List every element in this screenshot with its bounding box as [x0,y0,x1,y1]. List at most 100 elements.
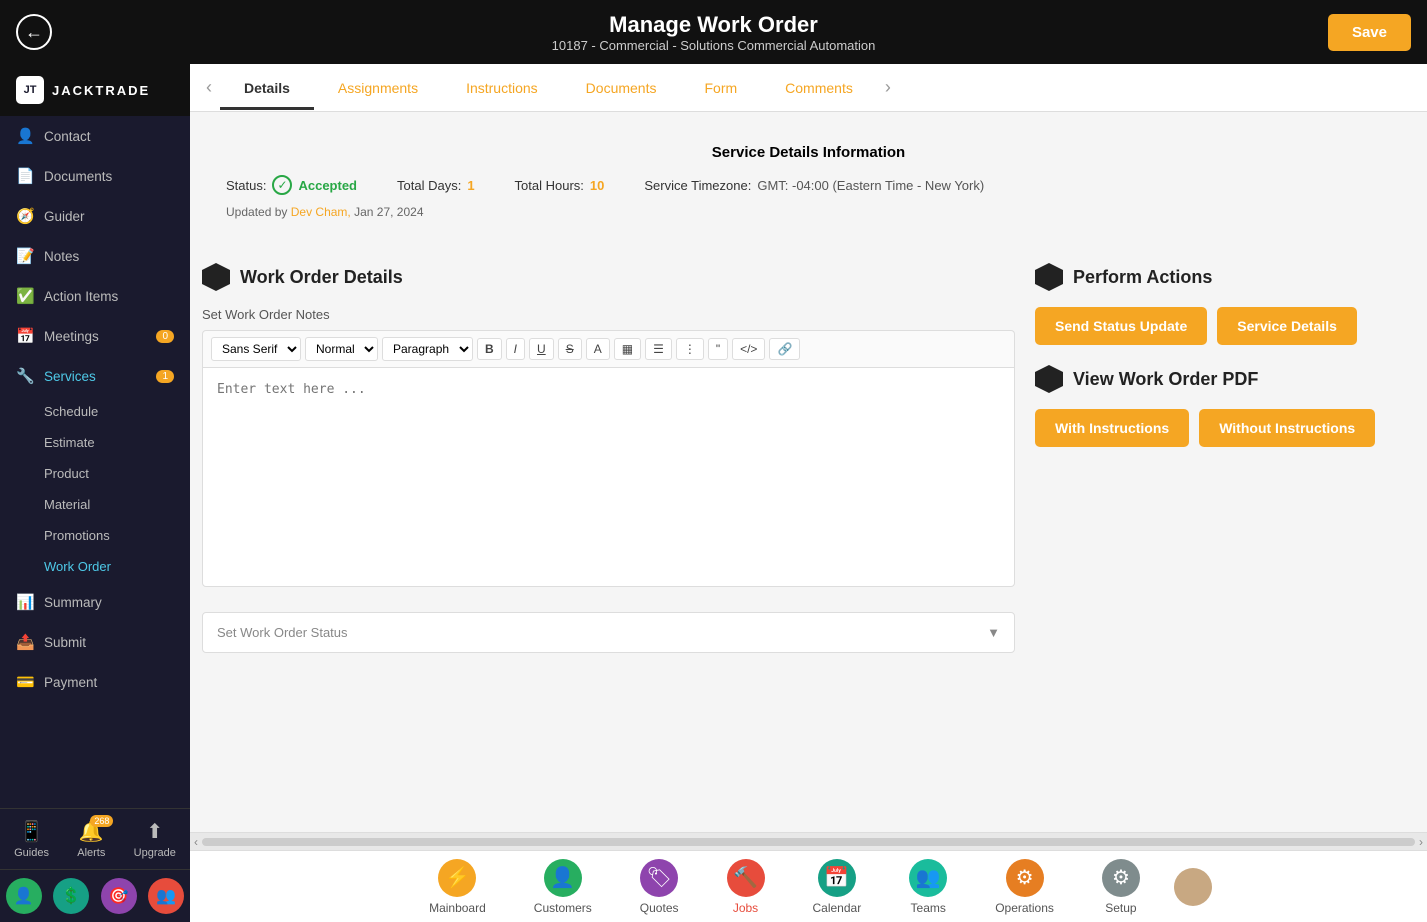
scroll-right-arrow[interactable]: › [1419,835,1423,849]
view-pdf-hex-icon [1035,365,1063,393]
bottom-icon-user[interactable]: 👤 [6,878,42,914]
team-circle-icon: 👥 [156,886,176,906]
sidebar-item-services[interactable]: 🔧 Services 1 [0,356,190,396]
font-select[interactable]: Sans Serif [211,337,301,361]
timezone-field: Service Timezone: GMT: -04:00 (Eastern T… [644,178,984,193]
contact-icon: 👤 [16,127,34,145]
top-header: ← Manage Work Order 10187 - Commercial -… [0,0,1427,64]
send-status-update-button[interactable]: Send Status Update [1035,307,1207,345]
scroll-left-arrow[interactable]: ‹ [194,835,198,849]
service-details-button[interactable]: Service Details [1217,307,1357,345]
summary-icon: 📊 [16,593,34,611]
nav-setup[interactable]: ⚙ Setup [1078,855,1164,919]
col-right: Perform Actions Send Status Update Servi… [1035,263,1415,653]
sidebar-sub-material[interactable]: Material [0,489,190,520]
alerts-label: Alerts [77,847,105,859]
calendar-label: Calendar [813,901,862,915]
strikethrough-button[interactable]: S [558,338,582,360]
sidebar-item-documents[interactable]: 📄 Documents [0,156,190,196]
quote-button[interactable]: " [708,338,728,360]
save-button[interactable]: Save [1328,14,1411,51]
perform-actions-title: Perform Actions [1073,267,1212,288]
bottom-scroll-area[interactable]: ‹ › [190,832,1427,850]
horizontal-scrollbar[interactable] [202,838,1415,846]
nav-mainboard[interactable]: ⚡ Mainboard [405,855,510,919]
work-order-hex-icon [202,263,230,291]
perform-action-buttons: Send Status Update Service Details [1035,307,1415,345]
bold-button[interactable]: B [477,338,502,360]
updated-by: Updated by Dev Cham, Jan 27, 2024 [226,205,1391,219]
sidebar-item-payment[interactable]: 💳 Payment [0,662,190,702]
list-button[interactable]: ☰ [645,338,672,360]
nav-operations[interactable]: ⚙ Operations [971,855,1078,919]
more-options-button[interactable]: ⋮ [676,338,704,360]
customers-icon: 👤 [544,859,582,897]
with-instructions-button[interactable]: With Instructions [1035,409,1189,447]
upgrade-button[interactable]: ⬆ Upgrade [134,819,176,859]
total-days-value: 1 [467,178,474,193]
setup-label: Setup [1105,901,1136,915]
tab-comments[interactable]: Comments [761,66,877,110]
tab-instructions[interactable]: Instructions [442,66,562,110]
header-title-block: Manage Work Order 10187 - Commercial - S… [552,12,876,53]
alerts-button[interactable]: 🔔 268 Alerts [77,819,105,859]
bottom-icon-team[interactable]: 👥 [148,878,184,914]
notes-icon: 📝 [16,247,34,265]
guides-label: Guides [14,847,49,859]
nav-customers[interactable]: 👤 Customers [510,855,616,919]
size-select[interactable]: Normal [305,337,378,361]
sidebar-item-summary[interactable]: 📊 Summary [0,582,190,622]
sidebar-item-notes[interactable]: 📝 Notes [0,236,190,276]
sidebar-sub-work-order[interactable]: Work Order [0,551,190,582]
view-pdf-header: View Work Order PDF [1035,365,1415,393]
tab-next-arrow[interactable]: › [877,77,899,98]
sidebar-item-action-items[interactable]: ✅ Action Items [0,276,190,316]
tabs-bar: ‹ Details Assignments Instructions Docum… [190,64,1427,112]
format-select[interactable]: Paragraph [382,337,473,361]
tab-details[interactable]: Details [220,66,314,110]
nav-teams[interactable]: 👥 Teams [885,855,971,919]
updated-date: Jan 27, 2024 [354,205,423,219]
nav-quotes[interactable]: 🏷 Quotes [616,855,703,919]
content-area: ‹ Details Assignments Instructions Docum… [190,64,1427,922]
user-avatar[interactable] [1174,868,1212,906]
submit-icon: 📤 [16,633,34,651]
sidebar-sub-estimate[interactable]: Estimate [0,427,190,458]
sidebar-sub-product[interactable]: Product [0,458,190,489]
upgrade-icon: ⬆ [146,819,163,844]
sidebar-label-services: Services [44,369,96,384]
tab-assignments[interactable]: Assignments [314,66,442,110]
code-button[interactable]: </> [732,338,765,360]
sidebar-sub-promotions[interactable]: Promotions [0,520,190,551]
underline-button[interactable]: U [529,338,554,360]
italic-button[interactable]: I [506,338,525,360]
sidebar-item-contact[interactable]: 👤 Contact [0,116,190,156]
nav-calendar[interactable]: 📅 Calendar [789,855,886,919]
total-days-label: Total Days: [397,178,461,193]
without-instructions-button[interactable]: Without Instructions [1199,409,1375,447]
nav-jobs[interactable]: 🔨 Jobs [703,855,789,919]
view-pdf-section: View Work Order PDF With Instructions Wi… [1035,365,1415,447]
tab-prev-arrow[interactable]: ‹ [198,77,220,98]
sidebar-label-submit: Submit [44,635,86,650]
sidebar-item-submit[interactable]: 📤 Submit [0,622,190,662]
page-content[interactable]: Service Details Information Status: ✓ Ac… [190,112,1427,832]
back-button[interactable]: ← [16,14,52,50]
sidebar-scroll[interactable]: 👤 Contact 📄 Documents 🧭 Guider 📝 Notes ✅… [0,116,190,808]
bottom-icon-target[interactable]: 🎯 [101,878,137,914]
guides-button[interactable]: 📱 Guides [14,819,49,859]
two-column-section: Work Order Details Set Work Order Notes … [190,251,1427,665]
highlight-button[interactable]: ▦ [614,338,641,360]
tab-documents[interactable]: Documents [562,66,681,110]
tab-form[interactable]: Form [680,66,761,110]
link-button[interactable]: 🔗 [769,338,800,360]
bottom-icon-dollar[interactable]: 💲 [53,878,89,914]
bottom-nav: ⚡ Mainboard 👤 Customers 🏷 Quotes 🔨 Jobs … [190,850,1427,922]
notes-editor[interactable] [202,367,1015,587]
font-color-button[interactable]: A [586,338,610,360]
sidebar-item-guider[interactable]: 🧭 Guider [0,196,190,236]
sidebar-item-meetings[interactable]: 📅 Meetings 0 [0,316,190,356]
sidebar-sub-schedule[interactable]: Schedule [0,396,190,427]
updated-by-text: Updated by [226,205,287,219]
status-dropdown[interactable]: Set Work Order Status ▼ [202,612,1015,653]
